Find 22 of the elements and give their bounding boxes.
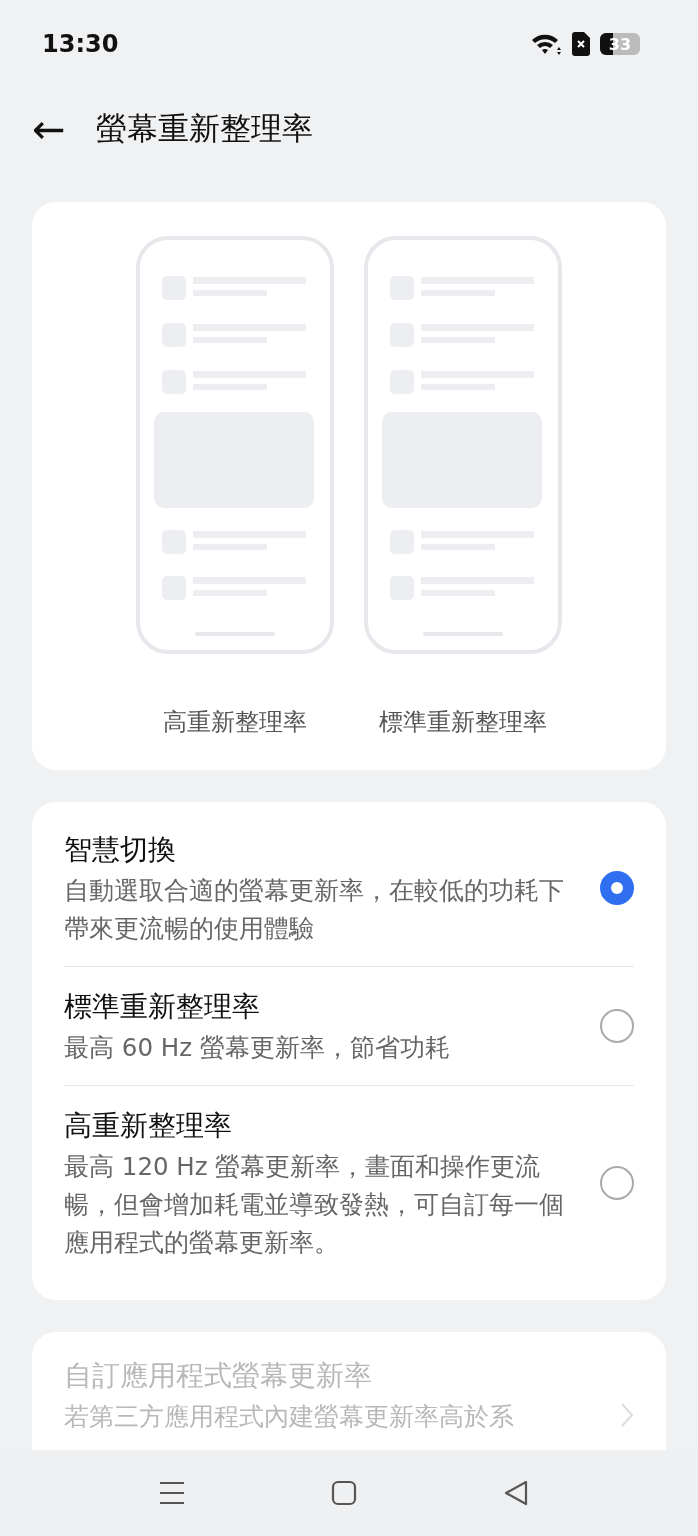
menu-icon[interactable] bbox=[159, 1481, 185, 1505]
back-icon[interactable] bbox=[503, 1480, 529, 1506]
back-button[interactable]: ← bbox=[32, 109, 66, 149]
radio-button[interactable] bbox=[600, 1009, 634, 1043]
option-title: 智慧切換 bbox=[64, 832, 177, 868]
option-title: 自訂應用程式螢幕更新率 bbox=[64, 1358, 373, 1394]
option-description: 自動選取合適的螢幕更新率，在較低的功耗下帶來更流暢的使用體驗 bbox=[64, 875, 565, 945]
option-title: 高重新整理率 bbox=[64, 1108, 233, 1144]
option-description: 最高 60 Hz 螢幕更新率，節省功耗 bbox=[64, 1032, 451, 1064]
radio-button[interactable] bbox=[600, 1166, 634, 1200]
option-description: 最高 120 Hz 螢幕更新率，畫面和操作更流暢，但會增加耗電並導致發熱，可自訂每一個應用程式的螢幕更新率。 bbox=[64, 1151, 565, 1259]
chevron-icon bbox=[620, 1402, 634, 1428]
sim-card-icon bbox=[572, 32, 590, 56]
preview-label: 標準重新整理率 bbox=[379, 707, 547, 738]
home-icon[interactable] bbox=[331, 1480, 357, 1506]
option-description: 若第三方應用程式內建螢幕更新率高於系 bbox=[64, 1401, 515, 1433]
page-title: 螢幕重新整理率 bbox=[95, 109, 313, 148]
preview-label: 高重新整理率 bbox=[163, 707, 307, 738]
radio-button[interactable] bbox=[600, 871, 634, 905]
wifi-icon bbox=[530, 32, 562, 56]
status-time: 13:30 bbox=[42, 30, 119, 58]
option-title: 標準重新整理率 bbox=[64, 989, 261, 1025]
